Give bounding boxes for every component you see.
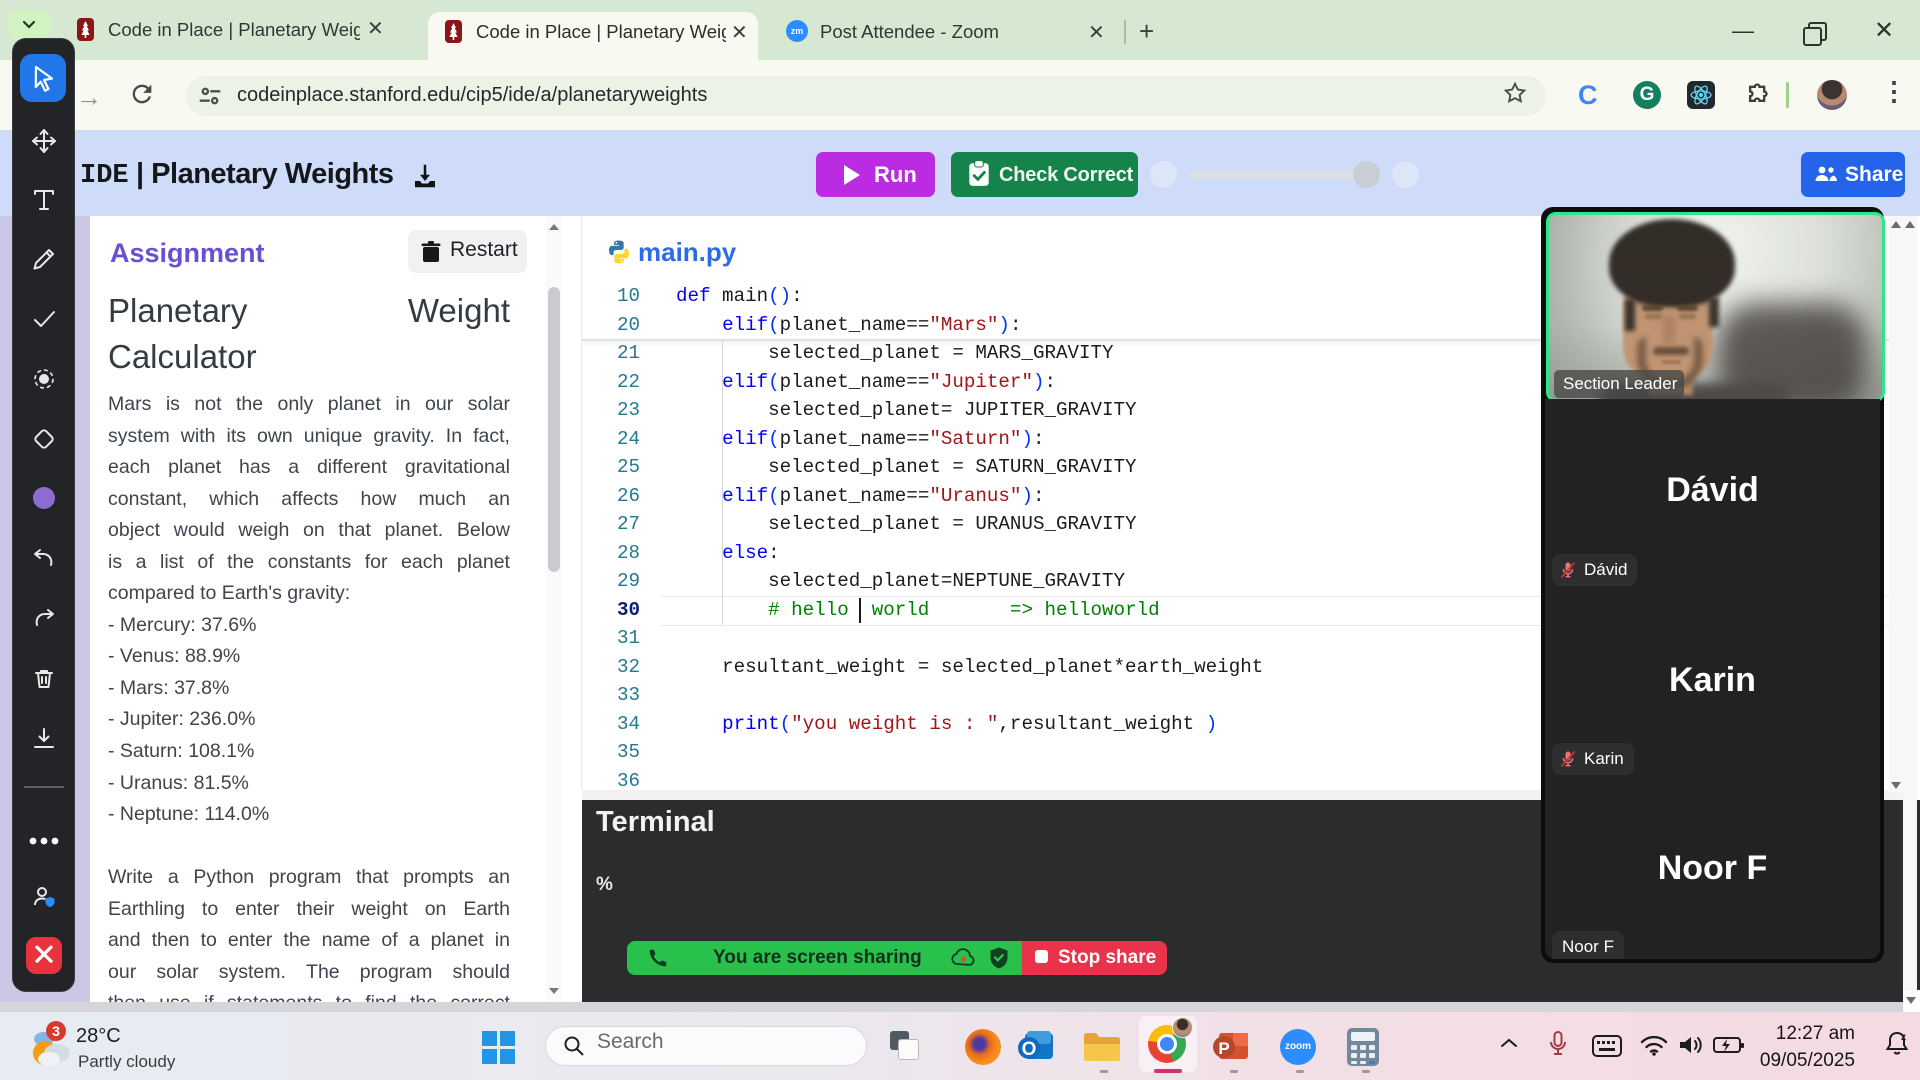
svg-text:O: O <box>1022 1039 1037 1060</box>
svg-text:z: z <box>1901 1032 1906 1043</box>
svg-text:P: P <box>1218 1039 1229 1058</box>
